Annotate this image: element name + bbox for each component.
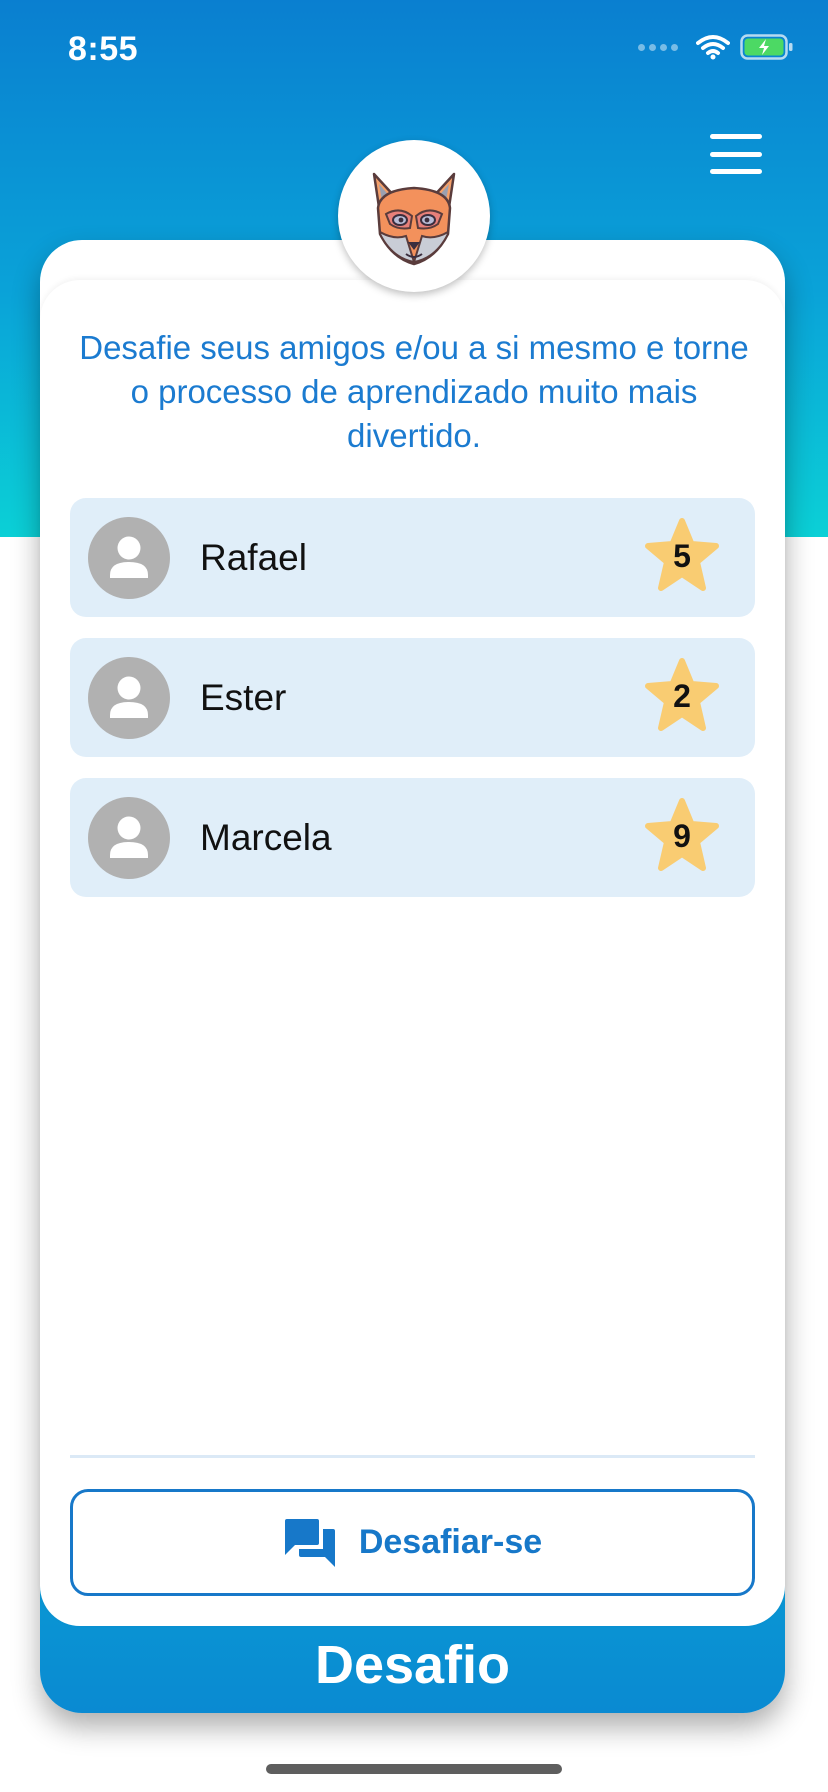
battery-charging-icon [740,34,794,60]
status-time: 8:55 [68,30,139,68]
status-icons [638,34,794,60]
score-value: 9 [673,818,691,854]
challenge-self-label: Desafiar-se [358,1523,543,1561]
chat-bubbles-icon [284,1518,335,1567]
intro-text: Desafie seus amigos e/ou a si mesmo e to… [79,329,749,454]
friend-row[interactable]: Ester 2 [70,638,755,757]
friend-name: Rafael [200,537,307,578]
friend-row[interactable]: Marcela 9 [70,778,755,897]
hamburger-menu-icon[interactable] [710,134,762,174]
cellular-signal-icon [638,43,678,51]
friend-row[interactable]: Rafael 5 [70,498,755,617]
user-avatar-icon [88,797,170,879]
home-indicator[interactable] [266,1764,562,1774]
user-avatar-icon [88,517,170,599]
fox-mascot-icon [372,172,456,266]
score-star-badge: 2 [644,658,720,734]
score-value: 5 [673,538,691,574]
page-title: Desafio [314,1635,511,1695]
friend-name: Marcela [200,817,332,858]
score-star-badge: 5 [644,518,720,594]
challenge-self-button[interactable]: Desafiar-se [70,1489,755,1596]
mascot-avatar [338,140,490,292]
main-card [40,280,785,1626]
wifi-icon [696,34,730,60]
divider [70,1455,755,1458]
friend-list: Rafael 5 Ester 2 Marcela 9 [70,498,755,918]
score-value: 2 [673,678,691,714]
user-avatar-icon [88,657,170,739]
friend-name: Ester [200,677,287,718]
score-star-badge: 9 [644,798,720,874]
